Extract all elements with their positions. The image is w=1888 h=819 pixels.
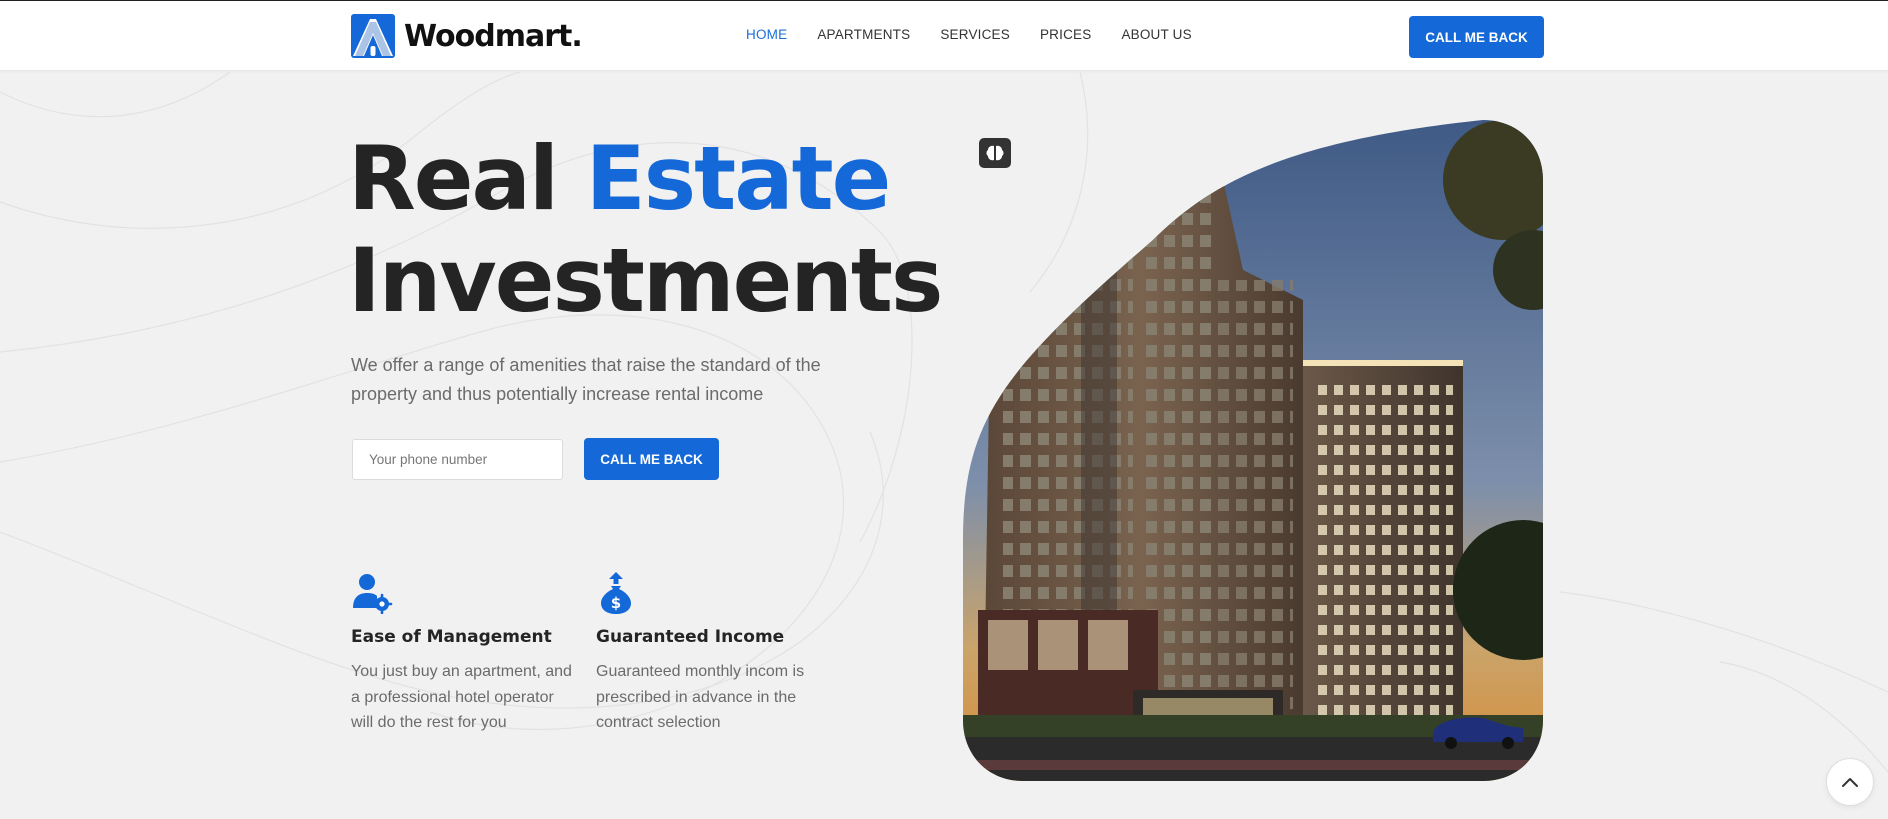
hero-title-part2: Investments [348,229,943,332]
hero-building-image [963,120,1543,781]
scroll-to-top-button[interactable] [1826,758,1874,806]
image-badge[interactable] [979,138,1011,168]
hero-call-me-back-button[interactable]: CALL ME BACK [584,438,719,480]
hero-background [0,72,1888,819]
nav-apartments[interactable]: APARTMENTS [817,27,910,42]
feature-title: Guaranteed Income [596,627,785,647]
hero-title: Real Estate Investments [348,127,943,332]
site-header: Woodmart. HOME APARTMENTS SERVICES PRICE… [0,1,1888,71]
nav-home[interactable]: HOME [746,27,787,42]
nav-about-us[interactable]: ABOUT US [1121,27,1191,42]
feature-title: Ease of Management [351,627,552,647]
background-contour-lines [0,72,1888,773]
hero-title-part1: Real [348,127,586,230]
feature-ease-of-management: Ease of Management You just buy an apart… [351,572,576,736]
nav-prices[interactable]: PRICES [1040,27,1091,42]
phone-number-input[interactable] [352,439,563,480]
money-bag-up-icon: $ [601,572,631,614]
hero-lead-text: We offer a range of amenities that raise… [351,355,821,404]
main-nav: HOME APARTMENTS SERVICES PRICES ABOUT US [746,27,1222,42]
nav-services[interactable]: SERVICES [940,27,1010,42]
logo-text: Woodmart. [404,18,583,54]
feature-text: You just buy an apartment, and a profess… [351,663,572,731]
brain-icon [986,145,1004,161]
logo[interactable]: Woodmart. [351,14,583,58]
user-gear-icon [353,574,393,614]
feature-guaranteed-income: $ Guaranteed Income Guaranteed monthly i… [596,572,821,736]
chevron-up-icon [1842,778,1858,787]
svg-text:$: $ [611,594,621,612]
hero-title-accent: Estate [585,127,892,230]
header-call-me-back-button[interactable]: CALL ME BACK [1409,16,1544,58]
logo-mark-icon [351,14,395,58]
feature-text: Guaranteed monthly incom is prescribed i… [596,663,805,731]
